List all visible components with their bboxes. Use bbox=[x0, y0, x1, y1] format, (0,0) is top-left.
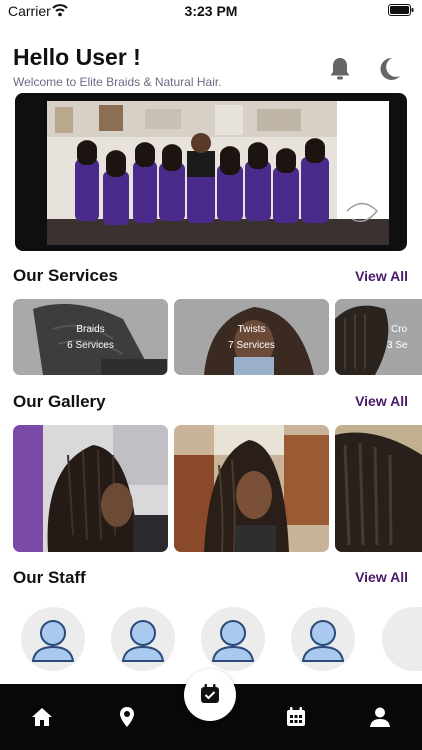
user-icon bbox=[301, 620, 345, 662]
service-count: 7 Services bbox=[228, 340, 275, 351]
twists-image bbox=[174, 299, 329, 375]
services-view-all-link[interactable]: View All bbox=[355, 268, 408, 284]
braids-image bbox=[13, 299, 168, 375]
gallery-title: Our Gallery bbox=[13, 392, 106, 411]
battery-icon bbox=[388, 4, 414, 16]
location-icon[interactable] bbox=[116, 706, 138, 728]
crochet-image bbox=[335, 299, 422, 375]
service-card-twists[interactable]: Twists 7 Services bbox=[174, 299, 329, 375]
service-count: 3 Se bbox=[387, 340, 408, 351]
services-title: Our Services bbox=[13, 266, 118, 285]
service-name: Braids bbox=[76, 324, 105, 335]
service-count: 6 Services bbox=[67, 340, 114, 351]
salon-staff-photo bbox=[47, 101, 389, 245]
staff-avatar[interactable] bbox=[382, 607, 422, 671]
staff-avatar[interactable] bbox=[21, 607, 85, 671]
booking-button[interactable] bbox=[184, 669, 236, 721]
user-icon bbox=[121, 620, 165, 662]
staff-title: Our Staff bbox=[13, 568, 86, 587]
gallery-item[interactable] bbox=[174, 425, 329, 552]
status-time: 3:23 PM bbox=[184, 3, 238, 19]
service-card-braids[interactable]: Braids 6 Services bbox=[13, 299, 168, 375]
staff-view-all-link[interactable]: View All bbox=[355, 569, 408, 585]
gallery-photo bbox=[335, 425, 422, 552]
banner-carousel[interactable] bbox=[15, 93, 407, 251]
moon-icon[interactable] bbox=[377, 56, 401, 82]
user-icon bbox=[211, 620, 255, 662]
user-icon bbox=[31, 620, 75, 662]
staff-avatar[interactable] bbox=[291, 607, 355, 671]
home-icon[interactable] bbox=[31, 706, 53, 728]
booking-icon bbox=[201, 684, 219, 703]
gallery-view-all-link[interactable]: View All bbox=[355, 393, 408, 409]
welcome-subtitle: Welcome to Elite Braids & Natural Hair. bbox=[13, 75, 222, 89]
status-bar: Carrier 3:23 PM bbox=[0, 0, 422, 22]
bell-icon[interactable] bbox=[328, 56, 352, 82]
staff-avatar[interactable] bbox=[111, 607, 175, 671]
greeting-title: Hello User ! bbox=[13, 44, 141, 70]
gallery-photo bbox=[174, 425, 329, 552]
gallery-item[interactable] bbox=[13, 425, 168, 552]
gallery-photo bbox=[13, 425, 168, 552]
service-card-crochet[interactable]: Cro 3 Se bbox=[335, 299, 422, 375]
gallery-item[interactable] bbox=[335, 425, 422, 552]
calendar-icon[interactable] bbox=[285, 706, 307, 728]
service-name: Cro bbox=[391, 324, 408, 335]
service-name: Twists bbox=[237, 324, 266, 335]
staff-avatar[interactable] bbox=[201, 607, 265, 671]
profile-icon[interactable] bbox=[369, 706, 391, 728]
